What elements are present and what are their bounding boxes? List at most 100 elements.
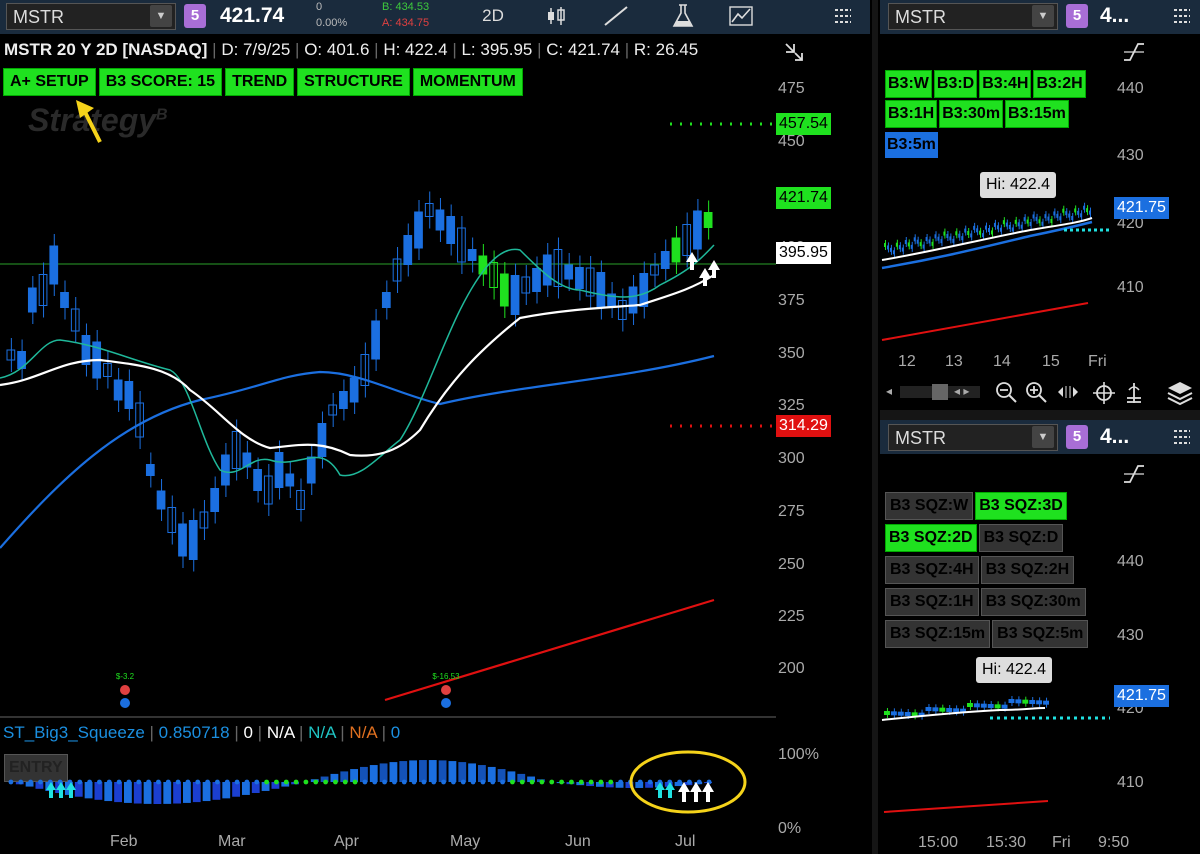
zoom-fit-icon[interactable] — [1056, 382, 1080, 407]
sqz-1h-button[interactable]: B3 SQZ:1H — [885, 588, 979, 616]
b3-15m-button[interactable]: B3:15m — [1005, 100, 1069, 128]
candle-body — [27, 287, 37, 313]
zoom-in-icon[interactable] — [1024, 380, 1048, 409]
mini-candle-body — [1001, 704, 1008, 709]
mini-candle-body — [892, 250, 895, 255]
b3-w-button[interactable]: B3:W — [885, 70, 932, 98]
b3-5m-button[interactable]: B3:5m — [885, 132, 938, 158]
br-link-badge[interactable]: 5 — [1066, 425, 1088, 449]
squeeze-dot — [559, 779, 564, 785]
candle-body — [339, 391, 348, 409]
scroll-left-icon[interactable]: ◂ — [886, 384, 892, 398]
b3-2h-button[interactable]: B3:2H — [1033, 70, 1086, 98]
candle-body — [467, 249, 477, 261]
histogram-bar — [478, 765, 486, 782]
pattern-icon[interactable] — [728, 4, 756, 33]
price-scale-icon[interactable] — [1124, 381, 1144, 410]
b3-4h-button[interactable]: B3:4H — [979, 70, 1032, 98]
squeeze-dot — [696, 779, 702, 785]
mini-candle-body — [987, 704, 994, 708]
b3-d-button[interactable]: B3:D — [933, 70, 978, 98]
mini-candle-body — [919, 242, 922, 247]
squeeze-dot — [372, 779, 378, 785]
candles — [6, 191, 713, 572]
main-y-axis: 475 450 425 400 375 350 325 300 275 250 … — [778, 80, 805, 677]
layers-icon[interactable] — [1166, 380, 1194, 411]
squeeze-dot — [126, 779, 132, 785]
candle-body — [671, 237, 681, 263]
mini-candle-body — [1022, 699, 1029, 704]
mini-candle-body — [1026, 219, 1029, 224]
mini-candle-body — [967, 231, 970, 235]
sqz-30m-button[interactable]: B3 SQZ:30m — [980, 588, 1086, 616]
scroll-right-icon[interactable]: ◂ ▸ — [954, 384, 969, 398]
studies-flask-icon[interactable] — [670, 3, 696, 34]
candle-body — [703, 212, 713, 228]
b3-30m-button[interactable]: B3:30m — [939, 100, 1004, 128]
histogram-bar — [124, 782, 132, 803]
sqz-w-button[interactable]: B3 SQZ:W — [885, 492, 974, 520]
tr-crosshair-icon[interactable] — [1122, 40, 1146, 64]
annotation-arrow — [76, 100, 102, 143]
right-splitter[interactable] — [880, 410, 1200, 420]
tr-menu-icon[interactable] — [1172, 6, 1192, 31]
mini-candle-body — [1023, 217, 1026, 222]
br-price-label: 421.75 — [1114, 685, 1169, 707]
br-x-axis: 15:00 15:30 Fri 9:50 — [918, 834, 1130, 851]
sqz-5m-button[interactable]: B3 SQZ:5m — [992, 620, 1089, 648]
link-group-badge[interactable]: 5 — [184, 4, 206, 28]
squeeze-dot — [106, 779, 112, 785]
sqz-3d-button[interactable]: B3 SQZ:3D — [975, 492, 1067, 520]
menu-icon[interactable] — [833, 6, 853, 31]
tr-price-label: 421.75 — [1114, 197, 1169, 219]
sqz-2d-button[interactable]: B3 SQZ:2D — [885, 524, 977, 552]
mini-candle-body — [988, 228, 990, 232]
last-price-label: 421.74 — [776, 187, 831, 209]
candle-body — [403, 235, 413, 265]
mini-candle-body — [932, 707, 939, 712]
scrollbar-thumb[interactable] — [932, 384, 948, 400]
br-menu-icon[interactable] — [1172, 427, 1192, 452]
sqz-d-button[interactable]: B3 SQZ:D — [978, 524, 1064, 552]
squeeze-dot — [539, 779, 545, 785]
squeeze-dot — [460, 779, 466, 785]
sqz-4h-button[interactable]: B3 SQZ:4H — [885, 556, 979, 584]
sqz-2h-button[interactable]: B3 SQZ:2H — [980, 556, 1075, 584]
mini-candle-body — [931, 241, 934, 246]
timeframe-button[interactable]: 2D — [476, 6, 510, 26]
squeeze-dot — [431, 779, 437, 785]
br-crosshair-icon[interactable] — [1122, 462, 1146, 486]
chevron-down-icon[interactable]: ▼ — [150, 5, 172, 27]
mini-candle-body — [886, 245, 889, 250]
tr-link-badge[interactable]: 5 — [1066, 4, 1088, 28]
candle-body — [49, 245, 59, 285]
candle-body — [231, 431, 241, 469]
lower-target-label: 314.29 — [776, 415, 831, 437]
squeeze-dot — [618, 779, 623, 785]
br-price-chart[interactable] — [880, 680, 1112, 820]
candle-body — [628, 286, 638, 314]
candle-body — [414, 211, 423, 249]
candle-body — [489, 262, 498, 288]
histogram-bar — [183, 782, 191, 803]
drawing-tool-icon[interactable] — [602, 5, 630, 32]
mini-candle-body — [884, 243, 886, 247]
br-hi-label: Hi: 422.4 — [976, 657, 1053, 683]
br-chevron-down-icon[interactable]: ▼ — [1032, 426, 1054, 448]
mini-candle-body — [897, 711, 904, 716]
squeeze-dot — [480, 779, 486, 785]
indicator-divider[interactable] — [0, 716, 776, 718]
candle-body — [532, 268, 541, 292]
marker-label-2: $-16.53 — [432, 672, 460, 681]
mini-candle-body — [940, 239, 943, 244]
histogram-bar — [104, 782, 113, 802]
mini-candle-body — [1050, 219, 1053, 223]
zoom-out-icon[interactable] — [994, 380, 1018, 409]
chart-style-icon[interactable] — [545, 5, 569, 32]
panel-splitter[interactable] — [872, 0, 878, 854]
crosshair-icon[interactable] — [1092, 381, 1116, 410]
price-chart[interactable]: $-3.2 $-16.53 — [0, 36, 776, 716]
b3-1h-button[interactable]: B3:1H — [885, 100, 938, 128]
sqz-15m-button[interactable]: B3 SQZ:15m — [885, 620, 991, 648]
tr-chevron-down-icon[interactable]: ▼ — [1032, 5, 1054, 27]
